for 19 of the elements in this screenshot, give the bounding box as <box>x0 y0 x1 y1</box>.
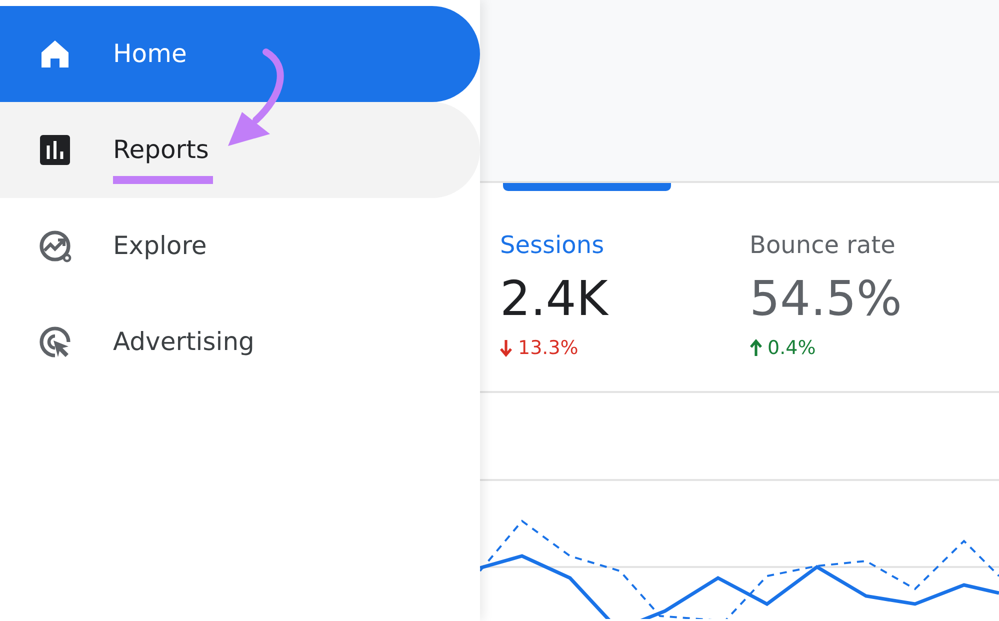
metric-label[interactable]: Bounce rate <box>750 229 896 261</box>
trend-circle-icon <box>37 228 73 264</box>
metric-value: 54.5% <box>750 270 902 329</box>
down-arrow-icon <box>500 338 512 358</box>
metric-change: 13.3% <box>518 337 578 359</box>
nav-label: Explore <box>113 230 207 262</box>
nav-label: Reports <box>113 134 209 166</box>
nav-label: Advertising <box>113 326 254 358</box>
nav-label: Home <box>113 38 187 70</box>
metric-change: 0.4% <box>768 337 816 359</box>
metric-label[interactable]: Sessions <box>500 229 604 261</box>
nav-item[interactable]: Reports <box>0 102 480 198</box>
nav-item[interactable]: Advertising <box>0 294 480 390</box>
cursor-target-icon <box>37 324 73 360</box>
nav-item[interactable]: Home <box>0 6 480 102</box>
nav-item[interactable]: Explore <box>0 198 480 294</box>
bar-chart-icon <box>37 132 73 168</box>
metric-value: 2.4K <box>500 270 608 329</box>
up-arrow-icon <box>750 338 762 358</box>
